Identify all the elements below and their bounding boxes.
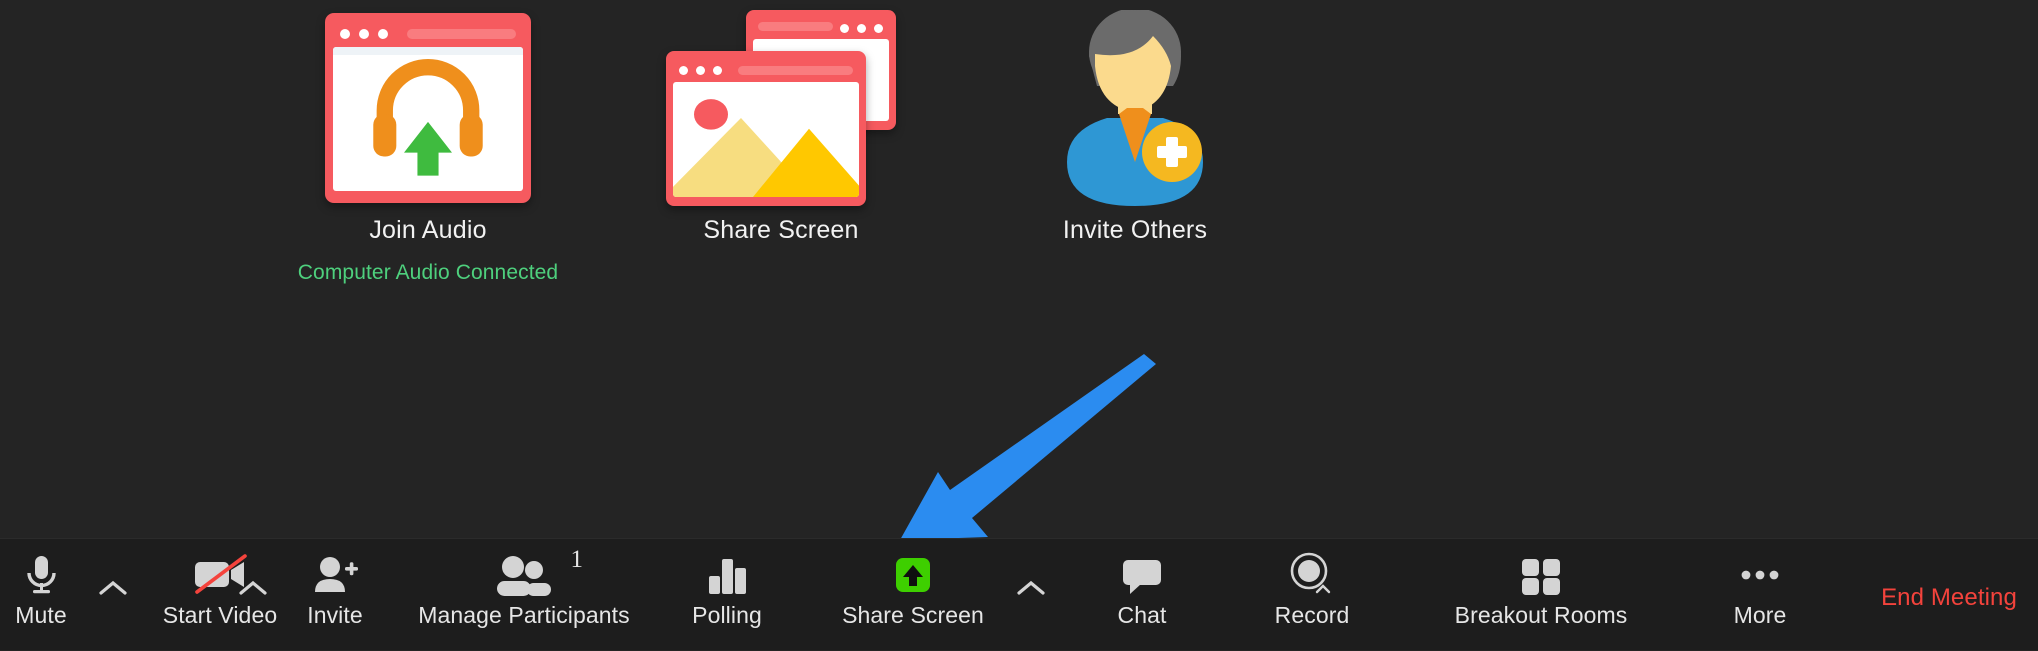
person-add-avatar-icon — [1067, 10, 1203, 206]
action-invite-others[interactable]: Invite Others — [975, 8, 1295, 245]
bar-chart-icon — [704, 552, 750, 596]
toolbar-button-record[interactable]: Record — [1222, 539, 1402, 651]
participants-icon: 1 — [495, 546, 583, 596]
action-share-screen[interactable]: Share Screen — [621, 8, 941, 245]
toolbar-label-record: Record — [1274, 602, 1350, 628]
person-add-icon — [311, 552, 359, 596]
toolbar-button-chat[interactable]: Chat — [1062, 539, 1222, 651]
toolbar-label-share-screen: Share Screen — [842, 602, 984, 628]
participants-count-badge: 1 — [570, 546, 584, 573]
meeting-action-area: Join Audio Computer Audio Connected Shar… — [0, 0, 2038, 538]
join-audio-art — [268, 8, 588, 208]
toolbar-label-more: More — [1733, 602, 1787, 628]
toolbar-label-polling: Polling — [692, 602, 762, 628]
microphone-icon — [21, 552, 61, 596]
toolbar-label-chat: Chat — [1117, 602, 1167, 628]
toolbar-label-invite: Invite — [307, 602, 363, 628]
share-screen-art — [621, 8, 941, 208]
invite-others-art — [975, 8, 1295, 208]
toolbar-button-polling[interactable]: Polling — [642, 539, 812, 651]
mute-options-chevron[interactable] — [82, 539, 144, 651]
join-audio-label: Join Audio — [369, 216, 487, 244]
toolbar-button-manage-participants[interactable]: 1 Manage Participants — [406, 539, 642, 651]
share-screen-options-chevron[interactable] — [1000, 539, 1062, 651]
headset-window-icon — [325, 13, 531, 203]
invite-others-label: Invite Others — [1062, 216, 1208, 244]
grid-squares-icon — [1518, 552, 1564, 596]
join-audio-status: Computer Audio Connected — [297, 261, 559, 284]
record-circle-icon — [1287, 552, 1337, 596]
toolbar-label-manage-participants: Manage Participants — [418, 602, 630, 628]
toolbar-button-mute[interactable]: Mute — [0, 539, 82, 651]
meeting-toolbar: Mute Start Video Invite 1 Manage Partici… — [0, 538, 2038, 650]
toolbar-label-breakout-rooms: Breakout Rooms — [1454, 602, 1628, 628]
share-screen-arrow-icon — [885, 552, 941, 596]
chevron-up-icon — [1017, 580, 1045, 595]
chevron-up-icon — [99, 580, 127, 595]
toolbar-button-more[interactable]: More — [1680, 539, 1840, 651]
toolbar-button-invite[interactable]: Invite — [264, 539, 406, 651]
toolbar-button-end-meeting[interactable]: End Meeting — [1860, 539, 2038, 651]
toolbar-label-mute: Mute — [15, 602, 67, 628]
action-join-audio[interactable]: Join Audio Computer Audio Connected — [268, 8, 588, 285]
toolbar-button-breakout-rooms[interactable]: Breakout Rooms — [1402, 539, 1680, 651]
stacked-windows-image-icon — [666, 10, 896, 206]
toolbar-button-share-screen[interactable]: Share Screen — [812, 539, 1014, 651]
ellipsis-icon — [1737, 552, 1783, 596]
share-screen-label: Share Screen — [703, 216, 859, 244]
chat-bubble-icon — [1119, 552, 1165, 596]
end-meeting-label: End Meeting — [1881, 584, 2017, 611]
